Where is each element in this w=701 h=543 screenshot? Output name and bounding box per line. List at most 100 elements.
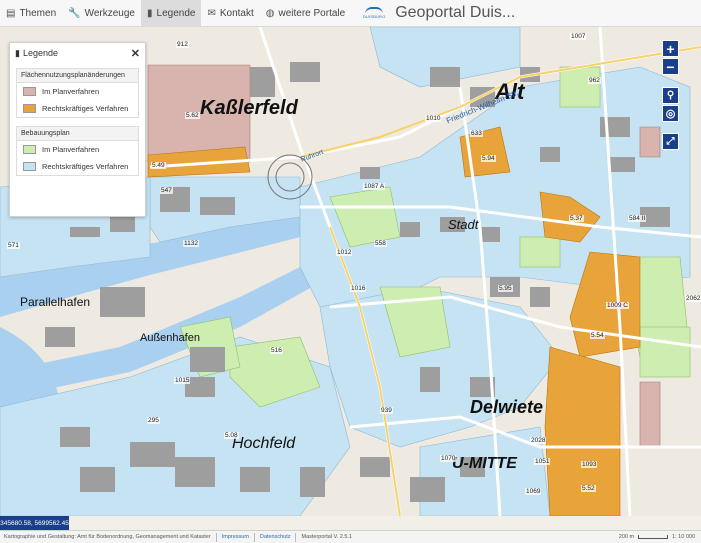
legend-section: Bebauungsplan Im Planverfahren Rechtskräft…: [16, 126, 139, 176]
plan-number-label[interactable]: 1069: [525, 488, 542, 495]
legend-item: Rechtskräftiges Verfahren: [17, 100, 138, 117]
datenschutz-link[interactable]: Datenschutz: [260, 534, 291, 540]
legend-header: ▮ Legende ✕: [10, 43, 145, 60]
legend-section-title: Flächennutzungsplanänderungen: [17, 69, 138, 83]
envelope-icon: ✉: [207, 7, 216, 19]
legend-swatch: [23, 145, 36, 154]
target-button[interactable]: ◎: [662, 105, 679, 122]
plan-number-label[interactable]: 962: [588, 77, 601, 84]
plan-number-label[interactable]: 558: [374, 240, 387, 247]
plan-number-label[interactable]: 1010: [425, 115, 442, 122]
separator: [295, 532, 297, 542]
menu-item-label: Legende: [156, 7, 196, 19]
plan-number-label[interactable]: 516: [270, 347, 283, 354]
plan-number-label[interactable]: 1009 C: [606, 302, 629, 309]
target-icon: ◎: [665, 108, 676, 120]
portal-title: Geoportal Duis...: [395, 4, 516, 21]
footer-bar: Kartographie und Gestaltung: Amt für Bod…: [0, 530, 701, 543]
themes-icon: ▤: [6, 7, 16, 19]
plan-number-label[interactable]: 633: [470, 130, 483, 137]
plan-number-label[interactable]: 5.54: [590, 332, 605, 339]
plus-icon: +: [666, 40, 675, 57]
plan-number-label[interactable]: 1093: [581, 461, 598, 468]
separator: [215, 532, 217, 542]
version-label: Masterportal V. 2.5.1: [301, 534, 353, 540]
plan-number-label[interactable]: 547: [160, 187, 173, 194]
legend-swatch: [23, 87, 36, 96]
separator: [253, 532, 255, 542]
plan-number-label[interactable]: 5.52: [581, 485, 596, 492]
plan-number-label[interactable]: 5.95: [498, 285, 513, 292]
legend-icon: ▮: [147, 7, 153, 19]
place-label: Delwiete: [470, 397, 544, 417]
legend-item-label: Rechtskräftiges Verfahren: [42, 162, 129, 171]
place-label: U-MITTE: [452, 455, 517, 472]
legend-section-title: Bebauungsplan: [17, 127, 138, 141]
locate-button[interactable]: ⚲: [662, 87, 679, 104]
menu-item-label: Werkzeuge: [84, 7, 135, 19]
menu-item-legende[interactable]: ▮ Legende: [141, 0, 202, 27]
menu-item-label: weitere Portale: [278, 7, 346, 19]
menu-item-label: Themen: [19, 7, 57, 19]
menu-item-weitere-portale[interactable]: ◍ weitere Portale: [260, 0, 351, 27]
footer-credit: Kartographie und Gestaltung: Amt für Bod…: [4, 534, 211, 540]
plan-number-label[interactable]: 5.08: [224, 432, 239, 439]
plan-number-label[interactable]: 5.37: [569, 215, 584, 222]
minus-icon: −: [666, 58, 675, 75]
menu-item-themen[interactable]: ▤ Themen: [0, 0, 62, 27]
plan-number-label[interactable]: 1016: [350, 285, 367, 292]
globe-icon: ◍: [265, 7, 275, 19]
plan-number-label[interactable]: 5.49: [151, 162, 166, 169]
duisburg-logo[interactable]: DUISBURG: [361, 3, 387, 23]
logo-text: DUISBURG: [362, 14, 386, 19]
zoom-in-button[interactable]: +: [662, 40, 679, 57]
fullscreen-icon: ⤢: [666, 136, 675, 147]
plan-number-label[interactable]: 584 II: [628, 215, 647, 222]
scale-label: 200 m: [618, 534, 635, 540]
top-menu-bar: ▤ Themen 🔧 Werkzeuge ▮ Legende ✉ Kontakt ◍ weiter…: [0, 0, 701, 27]
plan-number-label[interactable]: 1132: [183, 240, 199, 247]
menu-item-werkzeuge[interactable]: 🔧 Werkzeuge: [62, 0, 141, 27]
plan-number-label[interactable]: 2062: [685, 295, 701, 302]
place-label: Parallelhafen: [20, 295, 91, 309]
legend-icon: ▮: [15, 47, 20, 58]
legend-item-label: Im Planverfahren: [42, 145, 100, 154]
legend-item: Im Planverfahren: [17, 83, 138, 100]
coordinate-readout: 345680.58, 5699562.45: [0, 516, 69, 530]
plan-number-label[interactable]: 1087 A: [363, 183, 386, 190]
plan-number-label[interactable]: 571: [7, 242, 20, 249]
place-label: Hochfeld: [232, 435, 296, 452]
plan-number-label[interactable]: 5.94: [481, 155, 496, 162]
logo-wave-icon: [365, 7, 384, 14]
plan-number-label[interactable]: 1015: [174, 377, 191, 384]
scale-bar: [638, 535, 669, 539]
plan-number-label[interactable]: 1051: [534, 458, 551, 465]
legend-item: Im Planverfahren: [17, 141, 138, 158]
legend-item-label: Im Planverfahren: [42, 87, 100, 96]
wrench-icon: 🔧: [68, 7, 81, 19]
legend-item-label: Rechtskräftiges Verfahren: [42, 104, 129, 113]
fullscreen-button[interactable]: ⤢: [662, 133, 679, 150]
plan-number-label[interactable]: 912: [176, 41, 189, 48]
impressum-link[interactable]: Impressum: [222, 534, 249, 540]
menu-item-label: Kontakt: [219, 7, 254, 19]
plan-number-label[interactable]: 939: [380, 407, 393, 414]
legend-item: Rechtskräftiges Verfahren: [17, 158, 138, 175]
plan-number-label[interactable]: 5.62: [185, 112, 200, 119]
legend-swatch: [23, 104, 36, 113]
place-label: Außenhafen: [140, 332, 200, 344]
zoom-out-button[interactable]: −: [662, 58, 679, 75]
legend-panel: ▮ Legende ✕ Flächennutzungsplanänderunge…: [9, 42, 146, 217]
place-label: Stadt: [448, 217, 479, 232]
plan-number-label[interactable]: 2028: [530, 437, 547, 444]
location-pin-icon: ⚲: [666, 90, 675, 101]
plan-number-label[interactable]: 1007: [570, 33, 587, 40]
legend-section: Flächennutzungsplanänderungen Im Planverf…: [16, 68, 139, 118]
plan-number-label[interactable]: 1070: [440, 455, 457, 462]
legend-title: ▮ Legende: [15, 47, 58, 59]
plan-number-label[interactable]: 1012: [336, 249, 353, 256]
menu-item-kontakt[interactable]: ✉ Kontakt: [201, 0, 259, 27]
close-icon[interactable]: ✕: [131, 47, 140, 60]
plan-number-label[interactable]: 295: [147, 417, 160, 424]
place-label: Kaßlerfeld: [200, 97, 298, 119]
